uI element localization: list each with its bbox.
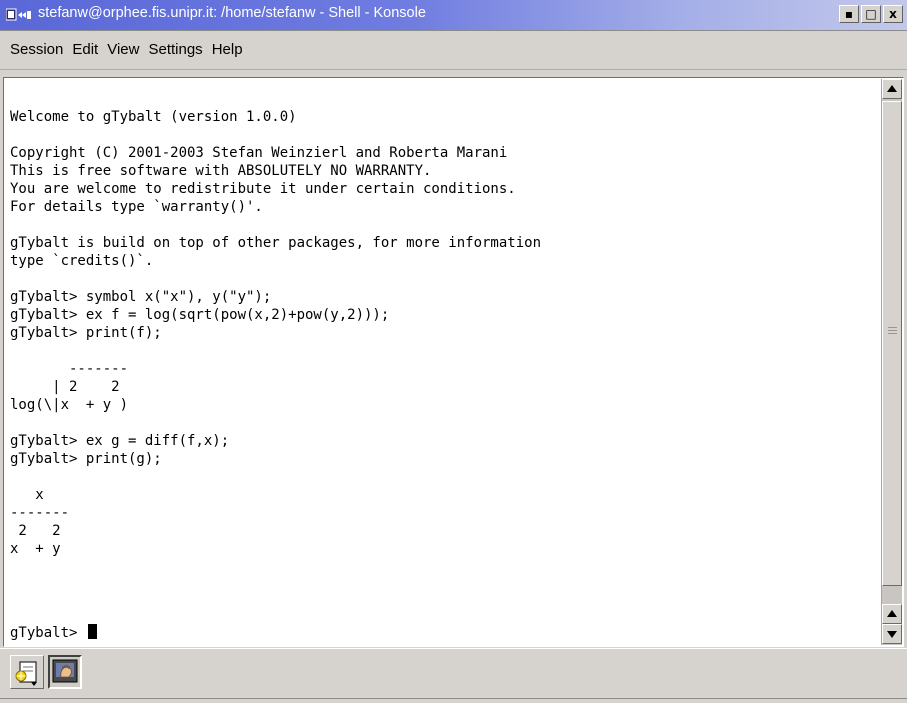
session-tab-bar xyxy=(0,648,907,703)
terminal-line: gTybalt> ex f = log(sqrt(pow(x,2)+pow(y,… xyxy=(10,307,390,323)
terminal-frame: Welcome to gTybalt (version 1.0.0) Copyr… xyxy=(3,77,904,647)
arrow-up-icon xyxy=(887,85,897,92)
konsole-app-icon[interactable] xyxy=(6,8,32,22)
terminal-output: Welcome to gTybalt (version 1.0.0) Copyr… xyxy=(10,108,541,576)
terminal-line: Copyright (C) 2001-2003 Stefan Weinzierl… xyxy=(10,145,508,161)
arrow-up-icon xyxy=(887,610,897,617)
arrow-down-icon xyxy=(887,631,897,638)
terminal-line: x + y xyxy=(10,541,61,557)
close-button[interactable]: x xyxy=(883,5,903,23)
maximize-button[interactable]: □ xyxy=(861,5,881,23)
menu-edit[interactable]: Edit xyxy=(72,41,98,58)
menu-settings[interactable]: Settings xyxy=(148,41,202,58)
terminal-line: log(\|x + y ) xyxy=(10,397,129,413)
terminal-line: 2 2 xyxy=(10,523,61,539)
terminal-line: gTybalt> ex g = diff(f,x); xyxy=(10,433,230,449)
tab-shell[interactable] xyxy=(48,655,82,689)
prompt-text: gTybalt> xyxy=(10,625,86,641)
new-session-button[interactable] xyxy=(10,655,44,689)
menu-help[interactable]: Help xyxy=(212,41,243,58)
terminal-line: gTybalt> print(g); xyxy=(10,451,162,467)
terminal-line: gTybalt is build on top of other package… xyxy=(10,235,542,251)
terminal-line: | 2 2 xyxy=(10,379,120,395)
minimize-button[interactable]: ▪ xyxy=(839,5,859,23)
terminal-line: This is free software with ABSOLUTELY NO… xyxy=(10,163,432,179)
new-session-icon xyxy=(15,661,37,686)
terminal-line: gTybalt> print(f); xyxy=(10,325,162,341)
menu-bar: Session Edit View Settings Help xyxy=(0,31,907,70)
terminal-line: ------- xyxy=(10,361,129,377)
terminal-line: ------- xyxy=(10,505,70,521)
konsole-window: stefanw@orphee.fis.unipr.it: /home/stefa… xyxy=(0,0,907,703)
terminal-shell-icon xyxy=(52,659,78,683)
terminal-line: type `credits()`. xyxy=(10,253,154,269)
terminal-view[interactable]: Welcome to gTybalt (version 1.0.0) Copyr… xyxy=(5,79,881,645)
menu-session[interactable]: Session xyxy=(10,41,63,58)
vertical-scrollbar[interactable] xyxy=(881,79,902,645)
scroll-down-button[interactable] xyxy=(882,624,902,644)
prompt-line[interactable]: gTybalt> xyxy=(10,624,97,642)
scroll-up-button[interactable] xyxy=(882,604,902,624)
terminal-line: For details type `warranty()'. xyxy=(10,199,263,215)
terminal-line: gTybalt> symbol x("x"), y("y"); xyxy=(10,289,272,305)
title-bar[interactable]: stefanw@orphee.fis.unipr.it: /home/stefa… xyxy=(0,0,907,31)
grip-icon xyxy=(888,327,897,328)
menu-view[interactable]: View xyxy=(107,41,139,58)
window-controls: ▪ □ x xyxy=(839,5,903,23)
status-divider xyxy=(0,698,907,699)
scrollbar-thumb[interactable] xyxy=(882,101,902,586)
terminal-line: You are welcome to redistribute it under… xyxy=(10,181,516,197)
scroll-up-top-button[interactable] xyxy=(882,79,902,99)
terminal-line: x xyxy=(10,487,44,503)
window-title: stefanw@orphee.fis.unipr.it: /home/stefa… xyxy=(38,5,426,21)
text-cursor xyxy=(87,624,97,639)
terminal-line: Welcome to gTybalt (version 1.0.0) xyxy=(10,109,297,125)
